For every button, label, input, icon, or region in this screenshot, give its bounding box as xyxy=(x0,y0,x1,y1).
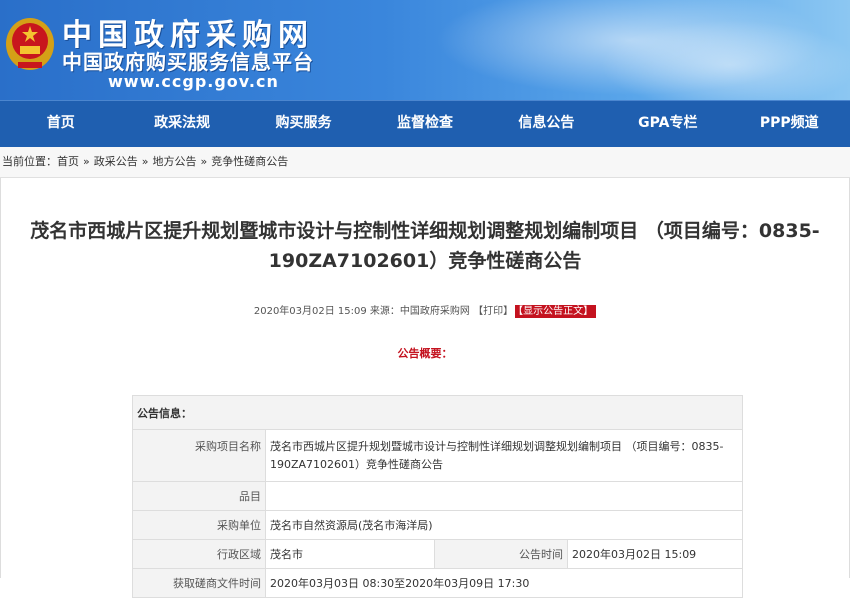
publish-time-label: 公告时间 xyxy=(434,539,568,569)
header-cloud-decoration-2 xyxy=(600,20,850,100)
article-meta-text: 2020年03月02日 15:09 来源：中国政府采购网 【打印】 xyxy=(253,306,514,317)
show-notice-button[interactable]: 【显示公告正文】 xyxy=(515,305,597,318)
breadcrumb-separator: » xyxy=(200,155,208,168)
breadcrumb-link-procurement[interactable]: 政采公告 xyxy=(94,155,138,168)
publish-time-value: 2020年03月02日 15:09 xyxy=(567,539,743,569)
site-subtitle: 中国政府购买服务信息平台 xyxy=(62,50,314,74)
region-label: 行政区域 xyxy=(132,539,266,569)
article-title: 茂名市西城片区提升规划暨城市设计与控制性详细规划调整规划编制项目 （项目编号：0… xyxy=(30,220,820,272)
item-label: 品目 xyxy=(132,481,266,511)
doc-time-label: 获取磋商文件时间 xyxy=(132,568,266,598)
table-row: 获取磋商文件时间 2020年03月03日 08:30至2020年03月09日 1… xyxy=(132,568,743,598)
nav-item-gpa[interactable]: GPA专栏 xyxy=(607,101,728,147)
site-header: 中国政府采购网 中国政府购买服务信息平台 www.ccgp.gov.cn xyxy=(0,0,850,100)
article-meta: 2020年03月02日 15:09 来源：中国政府采购网 【打印】 【显示公告正文… xyxy=(1,302,849,318)
info-heading: 公告信息： xyxy=(132,395,743,430)
purchaser-label: 采购单位 xyxy=(132,510,266,540)
nav-item-purchase-services[interactable]: 购买服务 xyxy=(243,101,364,147)
table-row: 品目 xyxy=(132,481,743,511)
project-name-value: 茂名市西城片区提升规划暨城市设计与控制性详细规划调整规划编制项目 （项目编号：0… xyxy=(265,429,743,482)
table-row: 采购单位 茂名市自然资源局(茂名市海洋局) xyxy=(132,510,743,540)
region-value: 茂名市 xyxy=(265,539,435,569)
doc-time-value: 2020年03月03日 08:30至2020年03月09日 17:30 xyxy=(265,568,743,598)
breadcrumb-separator: » xyxy=(141,155,149,168)
summary-label: 公告概要： xyxy=(397,347,453,360)
nav-item-home[interactable]: 首页 xyxy=(0,101,121,147)
breadcrumb: 当前位置：首页» 政采公告» 地方公告» 竞争性磋商公告 xyxy=(0,147,850,178)
site-url: www.ccgp.gov.cn xyxy=(108,72,279,91)
purchaser-value: 茂名市自然资源局(茂名市海洋局) xyxy=(265,510,743,540)
project-name-label: 采购项目名称 xyxy=(132,429,266,482)
table-row: 公告信息： xyxy=(132,395,743,430)
table-row: 行政区域 茂名市 公告时间 2020年03月02日 15:09 xyxy=(132,539,743,569)
breadcrumb-link-home[interactable]: 首页 xyxy=(57,155,79,168)
breadcrumb-link-negotiation[interactable]: 竞争性磋商公告 xyxy=(211,155,288,168)
nav-item-announcements[interactable]: 信息公告 xyxy=(486,101,607,147)
main-nav: 首页 政采法规 购买服务 监督检查 信息公告 GPA专栏 PPP频道 xyxy=(0,100,850,147)
info-table: 公告信息： 采购项目名称 茂名市西城片区提升规划暨城市设计与控制性详细规划调整规… xyxy=(132,395,743,598)
item-value xyxy=(265,481,743,511)
table-row: 采购项目名称 茂名市西城片区提升规划暨城市设计与控制性详细规划调整规划编制项目 … xyxy=(132,429,743,482)
breadcrumb-prefix: 当前位置： xyxy=(2,155,57,168)
breadcrumb-link-local[interactable]: 地方公告 xyxy=(152,155,196,168)
nav-item-supervision[interactable]: 监督检查 xyxy=(364,101,485,147)
nav-item-ppp[interactable]: PPP频道 xyxy=(729,101,850,147)
national-emblem-icon xyxy=(6,18,54,70)
nav-item-regulations[interactable]: 政采法规 xyxy=(121,101,242,147)
breadcrumb-separator: » xyxy=(83,155,90,168)
